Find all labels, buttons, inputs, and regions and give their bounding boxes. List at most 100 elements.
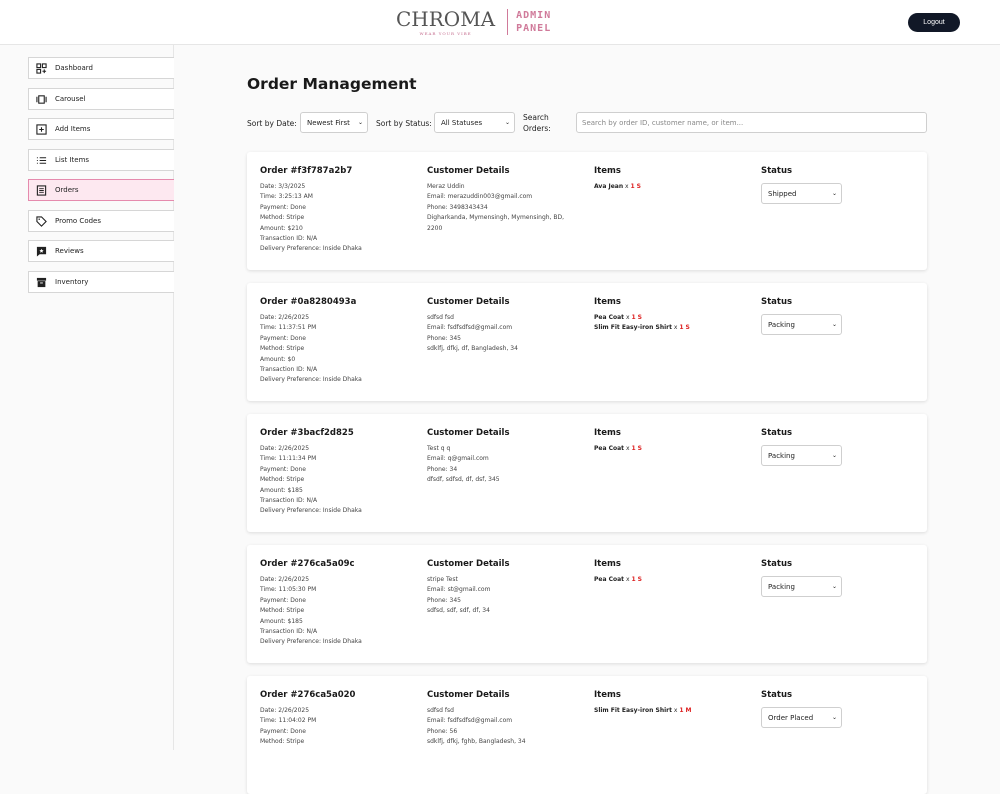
order-item-line: Pea Coat x 1 S bbox=[594, 444, 642, 454]
order-date: Date: 2/26/2025 bbox=[260, 445, 310, 452]
sidebar: Dashboard Carousel Add Items List Items … bbox=[0, 45, 174, 750]
order-status: Status bbox=[761, 690, 792, 706]
sidebar-item-inventory[interactable]: Inventory bbox=[28, 271, 174, 293]
order-payment: Payment: Done bbox=[260, 596, 306, 604]
chroma-logo[interactable]: CHROMA WEAR YOUR VIBE ADMIN PANEL bbox=[396, 8, 551, 36]
order-amount: Amount: $185 bbox=[260, 486, 303, 494]
sidebar-item-label: Carousel bbox=[55, 95, 86, 103]
chevron-down-icon: ⌄ bbox=[831, 190, 837, 197]
customer-phone: Phone: 345 bbox=[427, 334, 461, 342]
order-items: Items Ava Jean x 1 S bbox=[594, 166, 641, 192]
order-delivery: Delivery Preference: Inside Dhaka bbox=[260, 507, 362, 515]
sidebar-item-orders[interactable]: Orders bbox=[28, 179, 174, 201]
item-size: S bbox=[637, 445, 642, 452]
order-date: Date: 2/26/2025 bbox=[260, 576, 310, 583]
customer-details-heading: Customer Details bbox=[427, 690, 510, 700]
logo-brand: CHROMA WEAR YOUR VIBE bbox=[396, 8, 495, 36]
order-amount: Amount: $210 bbox=[260, 224, 303, 232]
order-method: Method: Stripe bbox=[260, 476, 305, 484]
order-item-line: Slim Fit Easy-iron Shirt x 1 M bbox=[594, 706, 691, 716]
order-card: Order #f3f787a2b7 Date: 3/3/2025 Time: 3:2… bbox=[247, 152, 927, 270]
sidebar-item-label: Orders bbox=[55, 186, 79, 194]
sort-status-select[interactable]: All Statuses ⌄ bbox=[434, 112, 515, 133]
customer-details: Customer Details sdfsd fsd Email: fsdfsdfs… bbox=[427, 297, 587, 355]
add-box-icon bbox=[36, 123, 47, 135]
chevron-down-icon: ⌄ bbox=[831, 583, 837, 590]
chevron-down-icon: ⌄ bbox=[831, 714, 837, 721]
sort-date-select[interactable]: Newest First ⌄ bbox=[300, 112, 368, 133]
items-heading: Items bbox=[594, 428, 621, 438]
order-info: Order #276ca5a020 Date: 2/26/2025 Time: 11… bbox=[260, 690, 355, 748]
sidebar-item-carousel[interactable]: Carousel bbox=[28, 88, 174, 110]
sidebar-item-label: Promo Codes bbox=[55, 217, 101, 225]
order-items: Items Pea Coat x 1 S Slim Fit Easy-iron Sh… bbox=[594, 297, 690, 334]
status-select[interactable]: Packing ⌄ bbox=[761, 445, 842, 466]
chevron-down-icon: ⌄ bbox=[504, 119, 510, 126]
customer-details-heading: Customer Details bbox=[427, 166, 510, 176]
customer-name: sdfsd fsd bbox=[427, 707, 454, 714]
order-delivery: Delivery Preference: Inside Dhaka bbox=[260, 245, 362, 253]
item-name: Ava Jean bbox=[594, 183, 624, 190]
status-select[interactable]: Shipped ⌄ bbox=[761, 183, 842, 204]
sort-date-label: Sort by Date: bbox=[247, 119, 297, 128]
status-select[interactable]: Packing ⌄ bbox=[761, 576, 842, 597]
status-heading: Status bbox=[761, 690, 793, 700]
status-value: Packing bbox=[768, 451, 795, 460]
order-amount: Amount: $0 bbox=[260, 355, 296, 363]
order-payment: Payment: Done bbox=[260, 334, 306, 342]
sidebar-item-label: Add Items bbox=[55, 125, 91, 133]
order-item-line: Ava Jean x 1 S bbox=[594, 182, 641, 192]
customer-email: Email: st@gmail.com bbox=[427, 586, 491, 594]
search-input[interactable]: Search by order ID, customer name, or it… bbox=[576, 112, 927, 133]
item-size: M bbox=[685, 707, 692, 714]
order-id: Order #3bacf2d825 bbox=[260, 428, 354, 438]
order-info: Order #f3f787a2b7 Date: 3/3/2025 Time: 3:2… bbox=[260, 166, 362, 255]
sidebar-item-promo-codes[interactable]: Promo Codes bbox=[28, 210, 174, 232]
order-method: Method: Stripe bbox=[260, 214, 305, 222]
order-payment: Payment: Done bbox=[260, 727, 306, 735]
logout-button[interactable]: Logout bbox=[908, 13, 960, 32]
carousel-icon bbox=[36, 94, 47, 105]
status-value: Order Placed bbox=[768, 713, 814, 722]
item-name: Pea Coat bbox=[594, 314, 625, 321]
customer-phone: Phone: 34 bbox=[427, 465, 458, 473]
top-header: CHROMA WEAR YOUR VIBE ADMIN PANEL Logout bbox=[0, 0, 1000, 45]
page-title: Order Management bbox=[247, 75, 417, 93]
items-heading: Items bbox=[594, 559, 621, 569]
list-icon bbox=[36, 155, 47, 166]
order-item-line: Pea Coat x 1 S bbox=[594, 575, 642, 585]
item-size: S bbox=[685, 324, 690, 332]
item-x: x bbox=[625, 576, 630, 583]
item-x: x bbox=[625, 314, 630, 321]
sidebar-item-label: Dashboard bbox=[55, 64, 93, 72]
item-x: x bbox=[625, 445, 630, 452]
item-quantity: 1 bbox=[631, 314, 636, 321]
status-select[interactable]: Packing ⌄ bbox=[761, 314, 842, 335]
search-label-line1: Search bbox=[523, 113, 549, 122]
status-heading: Status bbox=[761, 428, 793, 438]
item-quantity: 1 bbox=[679, 324, 684, 332]
sidebar-item-add-items[interactable]: Add Items bbox=[28, 118, 174, 140]
item-name: Slim Fit Easy-iron Shirt bbox=[594, 707, 672, 714]
status-select[interactable]: Order Placed ⌄ bbox=[761, 707, 842, 728]
logo-tagline: WEAR YOUR VIBE bbox=[419, 31, 472, 36]
sidebar-item-label: Reviews bbox=[55, 247, 84, 255]
search-orders-label: Search Orders: bbox=[523, 112, 551, 134]
order-card: Order #0a8280493a Date: 2/26/2025 Time: 11… bbox=[247, 283, 927, 401]
sidebar-item-reviews[interactable]: Reviews bbox=[28, 240, 174, 262]
customer-address1: sdklfj, dfkj, fghb, Bangladesh, 34 bbox=[427, 738, 526, 746]
order-info: Order #0a8280493a Date: 2/26/2025 Time: 11… bbox=[260, 297, 362, 386]
order-transaction: Transaction ID: N/A bbox=[260, 497, 318, 505]
customer-email: Email: merazuddin003@gmail.com bbox=[427, 193, 533, 201]
status-value: Shipped bbox=[768, 189, 797, 198]
sidebar-item-list-items[interactable]: List Items bbox=[28, 149, 174, 171]
sidebar-item-dashboard[interactable]: Dashboard bbox=[28, 57, 174, 79]
item-name: Pea Coat bbox=[594, 576, 625, 583]
customer-details: Customer Details Test q q Email: q@gmail.c… bbox=[427, 428, 587, 486]
customer-name: Meraz Uddin bbox=[427, 183, 465, 190]
order-method: Method: Stripe bbox=[260, 738, 305, 746]
customer-details-heading: Customer Details bbox=[427, 428, 510, 438]
order-status: Status bbox=[761, 559, 792, 575]
order-payment: Payment: Done bbox=[260, 465, 306, 473]
customer-details-heading: Customer Details bbox=[427, 297, 510, 307]
